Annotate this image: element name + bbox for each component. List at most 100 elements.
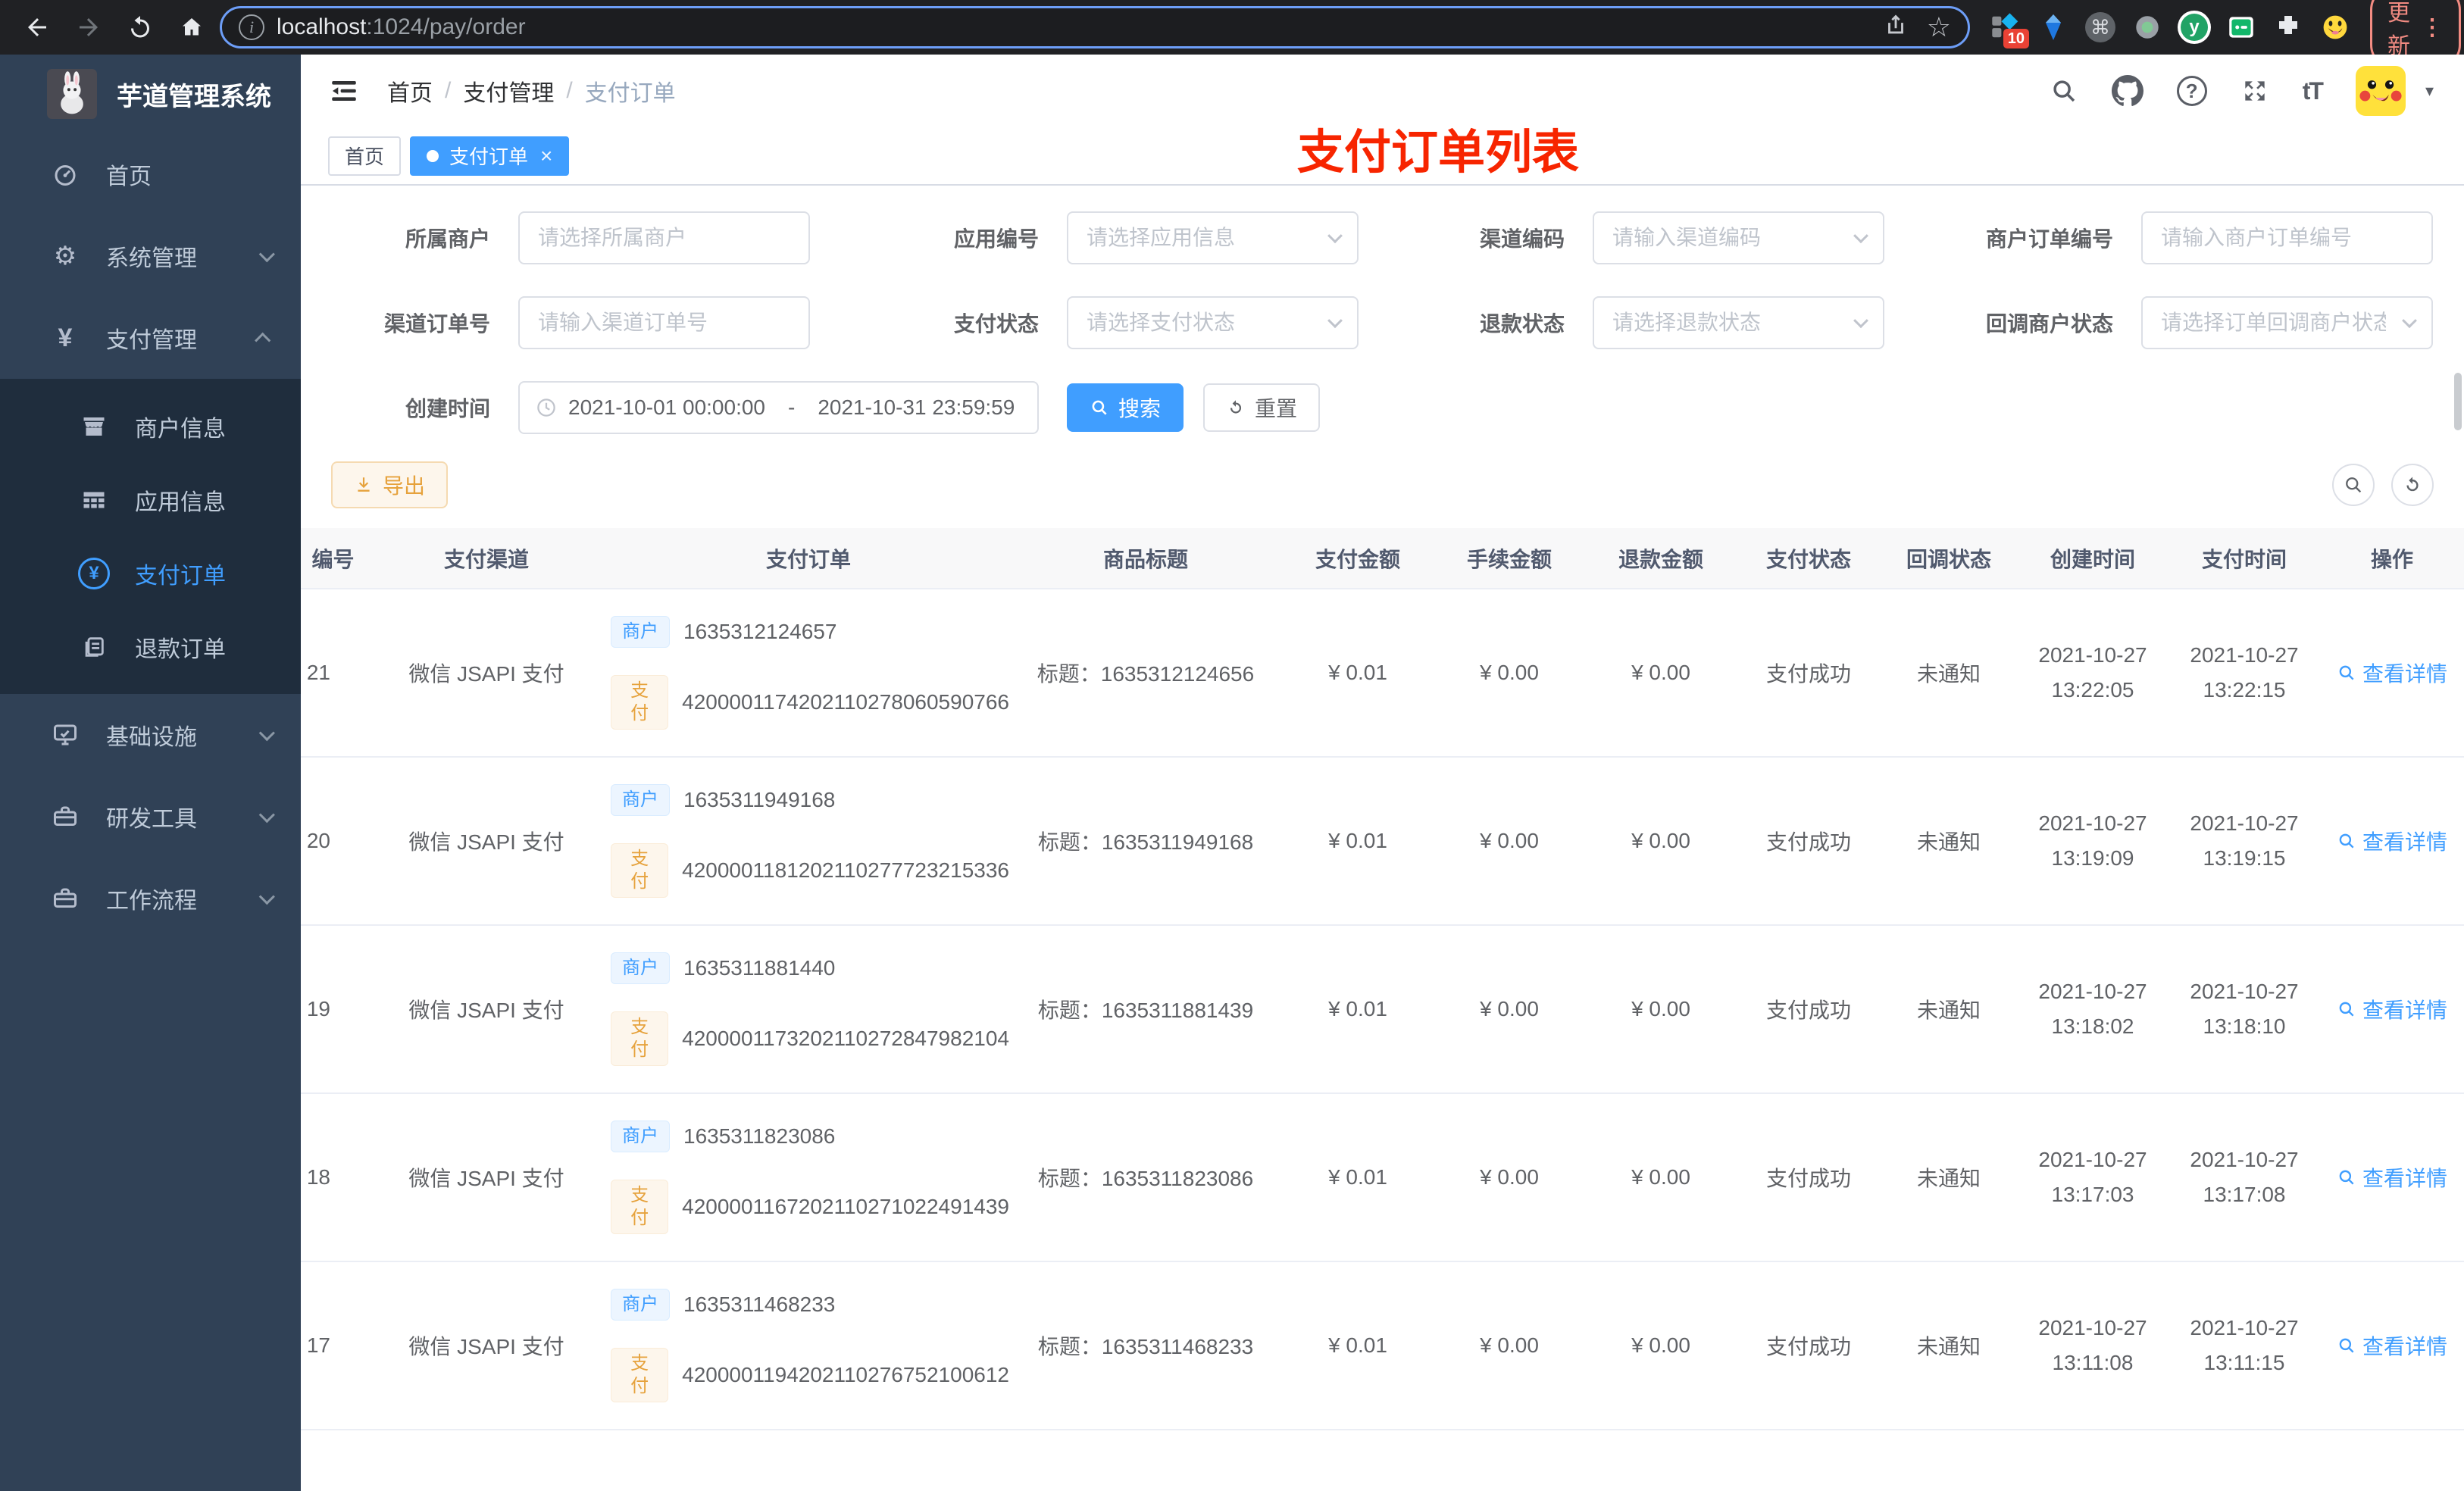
search-button[interactable]: 搜索 bbox=[1067, 383, 1184, 432]
filter-label-pay-status: 支付状态 bbox=[953, 312, 1039, 336]
github-icon[interactable] bbox=[2111, 75, 2143, 107]
sidebar-item-devtools[interactable]: 研发工具 bbox=[0, 776, 301, 858]
sidebar-item-label: 支付订单 bbox=[135, 563, 226, 589]
cell-amount: ¥ 0.01 bbox=[1282, 1093, 1434, 1262]
address-bar[interactable]: i localhost:1024/pay/order ☆ bbox=[220, 6, 1970, 48]
refresh-button[interactable] bbox=[2391, 464, 2434, 506]
cell-title: 标题：1635311468233 bbox=[1009, 1261, 1282, 1430]
view-detail-link[interactable]: 查看详情 bbox=[2337, 826, 2447, 856]
profile-emoji-icon[interactable] bbox=[2317, 9, 2353, 45]
app-select[interactable] bbox=[1067, 211, 1359, 264]
page-scrollbar-thumb[interactable] bbox=[2454, 373, 2462, 430]
sidebar-collapse-icon[interactable] bbox=[328, 75, 360, 107]
cell-fee: ¥ 0.00 bbox=[1434, 589, 1585, 758]
view-detail-link[interactable]: 查看详情 bbox=[2337, 658, 2447, 688]
cell-title: 标题：1635311949168 bbox=[1009, 757, 1282, 926]
browser-home-icon[interactable] bbox=[168, 6, 215, 48]
cell-status: 支付成功 bbox=[1737, 757, 1881, 926]
view-detail-link[interactable]: 查看详情 bbox=[2337, 994, 2447, 1024]
date-end: 2021-10-31 23:59:59 bbox=[818, 395, 1015, 419]
yen-icon: ¥ bbox=[58, 323, 73, 352]
cell-pay-order: 商户 1635311949168 支付 42000011812021102777… bbox=[608, 757, 1009, 926]
chevron-down-icon bbox=[258, 888, 275, 905]
header-search-icon[interactable] bbox=[2050, 77, 2078, 105]
font-size-icon[interactable]: tT bbox=[2303, 77, 2324, 105]
tab-pay-order[interactable]: 支付订单 × bbox=[410, 136, 570, 176]
col-id: 编号 bbox=[301, 528, 365, 589]
sidebar-item-pay-order[interactable]: ¥ 支付订单 bbox=[0, 536, 301, 610]
main-panel: 首页 / 支付管理 / 支付订单 ? tT ▾ 首页 支付订单 × 所属商户 请… bbox=[301, 55, 2464, 1491]
col-fee: 手续金额 bbox=[1434, 528, 1585, 589]
sidebar-item-label: 应用信息 bbox=[135, 489, 226, 515]
sidebar-item-workflow[interactable]: 工作流程 bbox=[0, 858, 301, 939]
browser-forward-icon[interactable] bbox=[65, 6, 112, 48]
tab-close-icon[interactable]: × bbox=[540, 145, 552, 167]
toggle-search-button[interactable] bbox=[2332, 464, 2375, 506]
merchant-order-input[interactable] bbox=[2141, 211, 2433, 264]
bookmark-star-icon[interactable]: ☆ bbox=[1927, 14, 1951, 41]
pay-tag: 支付 bbox=[611, 1348, 669, 1402]
sidebar-item-infra[interactable]: 基础设施 bbox=[0, 694, 301, 776]
extensions-puzzle-icon[interactable] bbox=[2270, 9, 2306, 45]
view-detail-link[interactable]: 查看详情 bbox=[2337, 1162, 2447, 1192]
app-logo[interactable]: 芋道管理系统 bbox=[0, 55, 301, 133]
cell-paid-time bbox=[2169, 1430, 2320, 1491]
fullscreen-icon[interactable] bbox=[2240, 77, 2269, 105]
channel-code-select[interactable] bbox=[1593, 211, 1884, 264]
breadcrumb-separator: / bbox=[566, 78, 573, 103]
extension-command-icon[interactable]: ⌘ bbox=[2082, 9, 2118, 45]
cell-refund: ¥ 0.00 bbox=[1585, 925, 1737, 1094]
cell-notify: 未通知 bbox=[1881, 925, 2017, 1094]
pay-order-line: 支付 4200001173202110272847982104 bbox=[611, 1011, 1009, 1066]
share-icon[interactable] bbox=[1883, 12, 1909, 43]
clock-icon bbox=[535, 396, 558, 419]
refund-status-select[interactable] bbox=[1593, 296, 1884, 349]
breadcrumb-home[interactable]: 首页 bbox=[387, 74, 433, 108]
browser-menu-icon[interactable]: ⋮ bbox=[2421, 14, 2444, 41]
view-detail-link[interactable]: 查看详情 bbox=[2337, 1330, 2447, 1361]
notify-status-select[interactable] bbox=[2141, 296, 2433, 349]
app-title: 芋道管理系统 bbox=[117, 82, 271, 111]
sidebar-item-pay[interactable]: ¥ 支付管理 bbox=[0, 297, 301, 379]
owner-input[interactable] bbox=[518, 211, 810, 264]
table-row: 18 微信 JSAPI 支付 商户 1635311823086 支付 42000… bbox=[301, 1093, 2464, 1262]
extension-vue-icon[interactable]: y bbox=[2176, 9, 2212, 45]
browser-reload-icon[interactable] bbox=[117, 6, 164, 48]
tab-home[interactable]: 首页 bbox=[328, 136, 402, 176]
avatar-caret-icon[interactable]: ▾ bbox=[2425, 81, 2434, 101]
pay-order-line: 支付 4200001167202110271022491439 bbox=[611, 1180, 1009, 1234]
extension-gem-icon[interactable] bbox=[2035, 9, 2072, 45]
col-notify: 回调状态 bbox=[1881, 528, 2017, 589]
cell-pay-order: 商户 1635311823086 支付 42000011672021102710… bbox=[608, 1093, 1009, 1262]
extension-record-icon[interactable] bbox=[2129, 9, 2165, 45]
browser-chrome: i localhost:1024/pay/order ☆ 10 ⌘ y 更新 ⋮ bbox=[0, 0, 2464, 69]
filter-label-owner: 所属商户 bbox=[405, 227, 490, 251]
reset-button[interactable]: 重置 bbox=[1203, 383, 1321, 432]
extension-chat-icon[interactable] bbox=[2223, 9, 2259, 45]
user-avatar[interactable] bbox=[2355, 66, 2406, 116]
cell-pay-order: 商户 1635312124657 支付 42000011742021102780… bbox=[608, 589, 1009, 758]
cell-order-id: 17 bbox=[301, 1261, 365, 1430]
browser-back-icon[interactable] bbox=[14, 6, 61, 48]
sidebar-item-app-info[interactable]: 应用信息 bbox=[0, 463, 301, 536]
cell-title: 标题：1635311881439 bbox=[1009, 925, 1282, 1094]
rabbit-logo-image bbox=[47, 69, 97, 119]
grid-icon bbox=[74, 486, 114, 514]
help-icon[interactable]: ? bbox=[2176, 76, 2207, 106]
channel-order-input[interactable] bbox=[518, 296, 810, 349]
sidebar-item-home[interactable]: 首页 bbox=[0, 133, 301, 215]
sidebar-item-refund-order[interactable]: 退款订单 bbox=[0, 610, 301, 683]
sidebar-item-label: 商户信息 bbox=[135, 416, 226, 442]
pay-status-select[interactable] bbox=[1067, 296, 1359, 349]
cell-notify: 未通知 bbox=[1881, 1261, 2017, 1430]
create-time-range-picker[interactable]: 2021-10-01 00:00:00 - 2021-10-31 23:59:5… bbox=[518, 381, 1039, 434]
sidebar-item-merchant-info[interactable]: 商户信息 bbox=[0, 389, 301, 463]
extension-diamond-icon[interactable]: 10 bbox=[1988, 9, 2029, 48]
cell-created-time: 2021-10-27 13:18:02 bbox=[2017, 925, 2169, 1094]
merchant-order-line: 商户 1635312124657 bbox=[611, 616, 836, 648]
date-start: 2021-10-01 00:00:00 bbox=[568, 395, 765, 419]
col-title: 商品标题 bbox=[1009, 528, 1282, 589]
site-info-icon[interactable]: i bbox=[239, 14, 264, 40]
export-button[interactable]: 导出 bbox=[331, 461, 449, 508]
sidebar-item-system[interactable]: ⚙ 系统管理 bbox=[0, 215, 301, 297]
